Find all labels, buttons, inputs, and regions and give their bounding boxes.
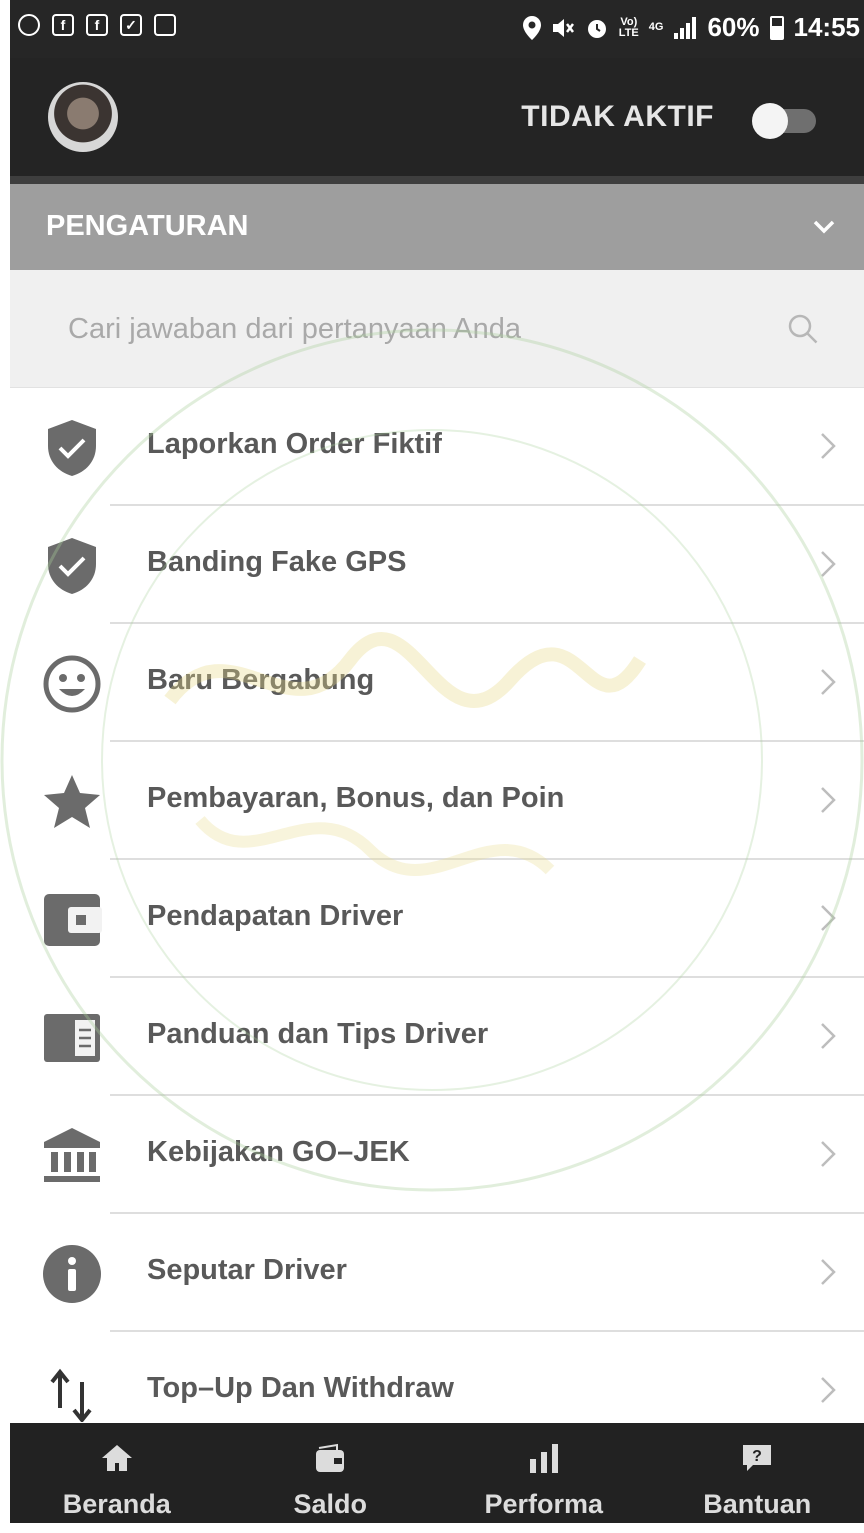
whatsapp-icon bbox=[18, 14, 40, 36]
menu-item-label: Kebijakan GO–JEK bbox=[147, 1136, 410, 1168]
chevron-right-icon bbox=[821, 1023, 836, 1049]
system-icons: Vo) LTE 4G 60% 14:55 bbox=[522, 12, 861, 43]
checkbox-icon: ✓ bbox=[120, 14, 142, 36]
menu-item-label: Panduan dan Tips Driver bbox=[147, 1018, 489, 1050]
help-menu-list: Laporkan Order Fiktif Banding Fake GPS B… bbox=[10, 388, 864, 1450]
nav-label: Beranda bbox=[62, 1489, 171, 1519]
header-shadow bbox=[10, 176, 864, 184]
menu-item-label: Pembayaran, Bonus, dan Poin bbox=[147, 782, 565, 814]
section-title: PENGATURAN bbox=[46, 210, 249, 242]
menu-item-label: Baru Bergabung bbox=[147, 664, 375, 696]
help-bubble-icon: ? bbox=[743, 1445, 772, 1471]
signal-icon bbox=[674, 16, 697, 39]
transfer-arrows-icon bbox=[50, 1368, 92, 1422]
wallet-icon bbox=[316, 1443, 345, 1472]
bar-chart-icon bbox=[529, 1444, 558, 1473]
location-icon bbox=[522, 15, 541, 40]
menu-item-panduan-tips-driver[interactable]: Panduan dan Tips Driver bbox=[10, 978, 864, 1096]
menu-item-label: Banding Fake GPS bbox=[147, 546, 407, 578]
menu-item-label: Top–Up Dan Withdraw bbox=[147, 1372, 454, 1404]
chevron-right-icon bbox=[821, 669, 836, 695]
menu-item-label: Pendapatan Driver bbox=[147, 900, 404, 932]
svg-text:?: ? bbox=[752, 1448, 762, 1465]
menu-item-baru-bergabung[interactable]: Baru Bergabung bbox=[10, 624, 864, 742]
volte-indicator: Vo) LTE bbox=[618, 15, 639, 39]
menu-item-label: Laporkan Order Fiktif bbox=[147, 428, 442, 460]
nav-label: Performa bbox=[484, 1489, 604, 1519]
image-icon bbox=[154, 14, 176, 36]
chevron-right-icon bbox=[821, 433, 836, 459]
search-icon[interactable] bbox=[786, 312, 820, 346]
nav-label: Bantuan bbox=[703, 1489, 812, 1519]
search-bar bbox=[10, 270, 864, 388]
facebook-icon: f bbox=[52, 14, 74, 36]
driver-status-label: TIDAK AKTIF bbox=[521, 100, 714, 133]
network-indicator: 4G bbox=[648, 21, 664, 33]
nav-label: Saldo bbox=[293, 1489, 367, 1519]
alarm-icon bbox=[587, 19, 606, 38]
chevron-right-icon bbox=[821, 1377, 836, 1403]
shield-check-icon bbox=[48, 538, 96, 594]
status-bar: f f ✓ Vo) LTE 4G 60% 14:55 bbox=[10, 0, 864, 58]
star-icon bbox=[44, 775, 100, 828]
chevron-right-icon bbox=[821, 905, 836, 931]
chevron-right-icon bbox=[821, 1141, 836, 1167]
nav-performa[interactable]: Performa bbox=[437, 1423, 651, 1523]
menu-item-kebijakan-gojek[interactable]: Kebijakan GO–JEK bbox=[10, 1096, 864, 1214]
menu-item-pendapatan-driver[interactable]: Pendapatan Driver bbox=[10, 860, 864, 978]
app-frame: f f ✓ Vo) LTE 4G 60% 14:55 TIDAK AKTIF P… bbox=[10, 0, 864, 1523]
mute-icon bbox=[552, 18, 574, 37]
chevron-down-icon bbox=[813, 220, 835, 234]
guide-book-icon bbox=[44, 1014, 100, 1062]
notification-icons: f f ✓ bbox=[18, 14, 176, 36]
chevron-right-icon bbox=[821, 551, 836, 577]
shield-check-icon bbox=[48, 420, 96, 476]
nav-beranda[interactable]: Beranda bbox=[10, 1423, 224, 1523]
avatar[interactable] bbox=[48, 82, 118, 152]
menu-item-laporkan-order-fiktif[interactable]: Laporkan Order Fiktif bbox=[10, 388, 864, 506]
menu-item-banding-fake-gps[interactable]: Banding Fake GPS bbox=[10, 506, 864, 624]
facebook-icon: f bbox=[86, 14, 108, 36]
battery-icon bbox=[769, 15, 784, 40]
wallet-icon bbox=[44, 894, 102, 946]
chevron-right-icon bbox=[821, 1259, 836, 1285]
menu-item-pembayaran-bonus-poin[interactable]: Pembayaran, Bonus, dan Poin bbox=[10, 742, 864, 860]
battery-percent: 60% bbox=[707, 12, 760, 42]
bank-icon bbox=[44, 1128, 100, 1182]
info-icon bbox=[43, 1245, 101, 1303]
active-toggle[interactable] bbox=[752, 103, 816, 139]
home-icon bbox=[101, 1445, 132, 1471]
menu-item-seputar-driver[interactable]: Seputar Driver bbox=[10, 1214, 864, 1332]
clock: 14:55 bbox=[793, 12, 861, 42]
toggle-knob bbox=[752, 103, 788, 139]
app-header: TIDAK AKTIF bbox=[10, 58, 864, 176]
menu-item-label: Seputar Driver bbox=[147, 1254, 347, 1286]
chevron-right-icon bbox=[821, 787, 836, 813]
section-header[interactable]: PENGATURAN bbox=[10, 184, 864, 270]
nav-saldo[interactable]: Saldo bbox=[224, 1423, 438, 1523]
smiley-icon bbox=[43, 655, 101, 713]
bottom-navigation: Beranda Saldo Performa ? Bantuan bbox=[10, 1423, 864, 1523]
search-input[interactable] bbox=[66, 306, 770, 352]
nav-bantuan[interactable]: ? Bantuan bbox=[651, 1423, 864, 1523]
